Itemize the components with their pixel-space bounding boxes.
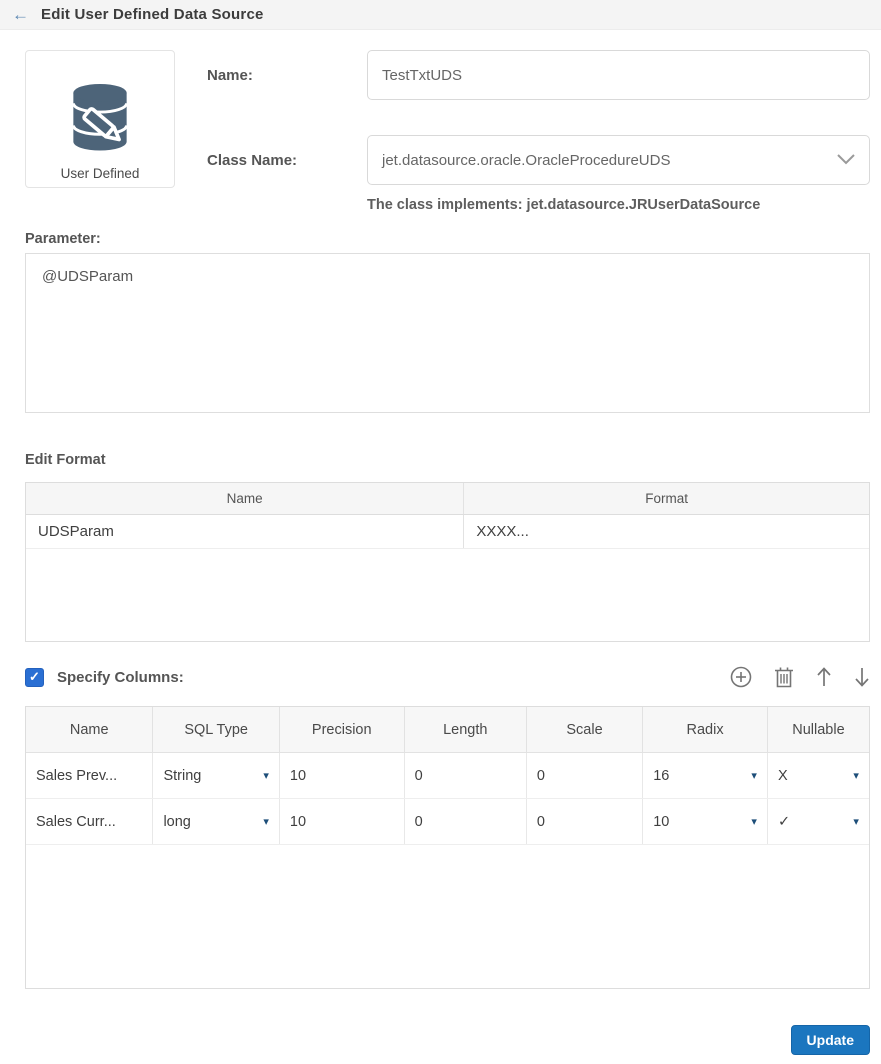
columns-table: Name SQL Type Precision Length Scale Rad… <box>25 706 870 989</box>
col-header-radix: Radix <box>642 707 767 752</box>
parameter-textarea[interactable]: @UDSParam <box>25 253 870 413</box>
radix-value: 16 <box>653 768 669 784</box>
edit-format-section: Edit Format Name Format UDSParam XXXX... <box>25 452 870 642</box>
chevron-down-icon <box>837 152 855 169</box>
columns-header-row: Name SQL Type Precision Length Scale Rad… <box>26 707 869 753</box>
format-name-cell: UDSParam <box>26 515 464 548</box>
cell-sql-type-dropdown[interactable]: String ▾ <box>152 753 278 798</box>
header-bar: ← Edit User Defined Data Source <box>0 0 881 30</box>
page-title: Edit User Defined Data Source <box>41 6 264 23</box>
edit-format-empty-area <box>26 549 869 641</box>
col-header-nullable: Nullable <box>767 707 869 752</box>
cell-precision[interactable]: 10 <box>279 753 404 798</box>
name-input[interactable] <box>367 50 870 100</box>
arrow-up-icon <box>816 666 832 688</box>
edit-format-table: Name Format UDSParam XXXX... <box>25 482 870 642</box>
dropdown-caret-icon: ▾ <box>853 815 859 828</box>
class-hint-row: The class implements: jet.datasource.JRU… <box>207 197 870 213</box>
columns-table-empty-area <box>26 845 869 988</box>
nullable-value: ✓ <box>778 814 790 830</box>
cell-length[interactable]: 0 <box>404 753 526 798</box>
cell-nullable-dropdown[interactable]: X ▾ <box>767 753 869 798</box>
name-field-row: Name: <box>207 50 870 100</box>
footer: Update <box>25 1025 870 1055</box>
class-name-select[interactable]: jet.datasource.oracle.OracleProcedureUDS <box>367 135 870 185</box>
edit-format-col-format: Format <box>464 483 869 514</box>
class-name-value: jet.datasource.oracle.OracleProcedureUDS <box>382 152 670 169</box>
col-header-sql-type: SQL Type <box>152 707 278 752</box>
cell-length[interactable]: 0 <box>404 799 526 844</box>
name-label: Name: <box>207 67 367 84</box>
arrow-down-icon <box>854 666 870 688</box>
edit-format-col-name: Name <box>26 483 464 514</box>
specify-columns-bar: ✓ Specify Columns: <box>25 666 870 688</box>
parameter-section: Parameter: @UDSParam <box>25 231 870 418</box>
cell-sql-type-dropdown[interactable]: long ▾ <box>152 799 278 844</box>
col-header-precision: Precision <box>279 707 404 752</box>
specify-columns-label: Specify Columns: <box>57 669 184 686</box>
specify-columns-checkbox[interactable]: ✓ <box>25 668 44 687</box>
cell-precision[interactable]: 10 <box>279 799 404 844</box>
format-value-cell[interactable]: XXXX... <box>464 515 869 548</box>
add-circle-icon <box>730 666 752 688</box>
cell-radix-dropdown[interactable]: 16 ▾ <box>642 753 767 798</box>
edit-format-header-row: Name Format <box>26 483 869 515</box>
add-column-button[interactable] <box>730 666 752 688</box>
trash-icon <box>774 666 794 688</box>
cell-scale[interactable]: 0 <box>526 753 642 798</box>
col-header-length: Length <box>404 707 526 752</box>
cell-nullable-dropdown[interactable]: ✓ ▾ <box>767 799 869 844</box>
parameter-label: Parameter: <box>25 231 870 247</box>
col-header-name: Name <box>26 707 152 752</box>
table-row[interactable]: Sales Curr... long ▾ 10 0 0 10 ▾ ✓ ▾ <box>26 799 869 845</box>
database-pencil-icon <box>63 79 137 166</box>
back-icon[interactable]: ← <box>12 6 29 23</box>
sql-type-value: String <box>163 768 201 784</box>
update-button[interactable]: Update <box>791 1025 870 1055</box>
dropdown-caret-icon: ▾ <box>853 769 859 782</box>
class-name-label: Class Name: <box>207 152 367 169</box>
dropdown-caret-icon: ▾ <box>751 769 757 782</box>
dropdown-caret-icon: ▾ <box>263 769 269 782</box>
dropdown-caret-icon: ▾ <box>751 815 757 828</box>
dropdown-caret-icon: ▾ <box>263 815 269 828</box>
move-up-button[interactable] <box>816 666 832 688</box>
class-hint-text: The class implements: jet.datasource.JRU… <box>367 197 760 213</box>
col-header-scale: Scale <box>526 707 642 752</box>
top-section: User Defined Name: Class Name: jet.datas… <box>25 50 870 213</box>
table-row[interactable]: Sales Prev... String ▾ 10 0 0 16 ▾ X ▾ <box>26 753 869 799</box>
cell-name[interactable]: Sales Prev... <box>26 753 152 798</box>
datasource-type-card: User Defined <box>25 50 175 188</box>
cell-name[interactable]: Sales Curr... <box>26 799 152 844</box>
fields-area: Name: Class Name: jet.datasource.oracle.… <box>207 50 870 213</box>
delete-column-button[interactable] <box>774 666 794 688</box>
class-name-field-row: Class Name: jet.datasource.oracle.Oracle… <box>207 135 870 185</box>
radix-value: 10 <box>653 814 669 830</box>
move-down-button[interactable] <box>854 666 870 688</box>
main-content: User Defined Name: Class Name: jet.datas… <box>0 30 881 1055</box>
cell-scale[interactable]: 0 <box>526 799 642 844</box>
sql-type-value: long <box>163 814 190 830</box>
table-row[interactable]: UDSParam XXXX... <box>26 515 869 549</box>
cell-radix-dropdown[interactable]: 10 ▾ <box>642 799 767 844</box>
edit-format-label: Edit Format <box>25 452 870 468</box>
nullable-value: X <box>778 768 788 784</box>
datasource-type-label: User Defined <box>61 166 140 181</box>
